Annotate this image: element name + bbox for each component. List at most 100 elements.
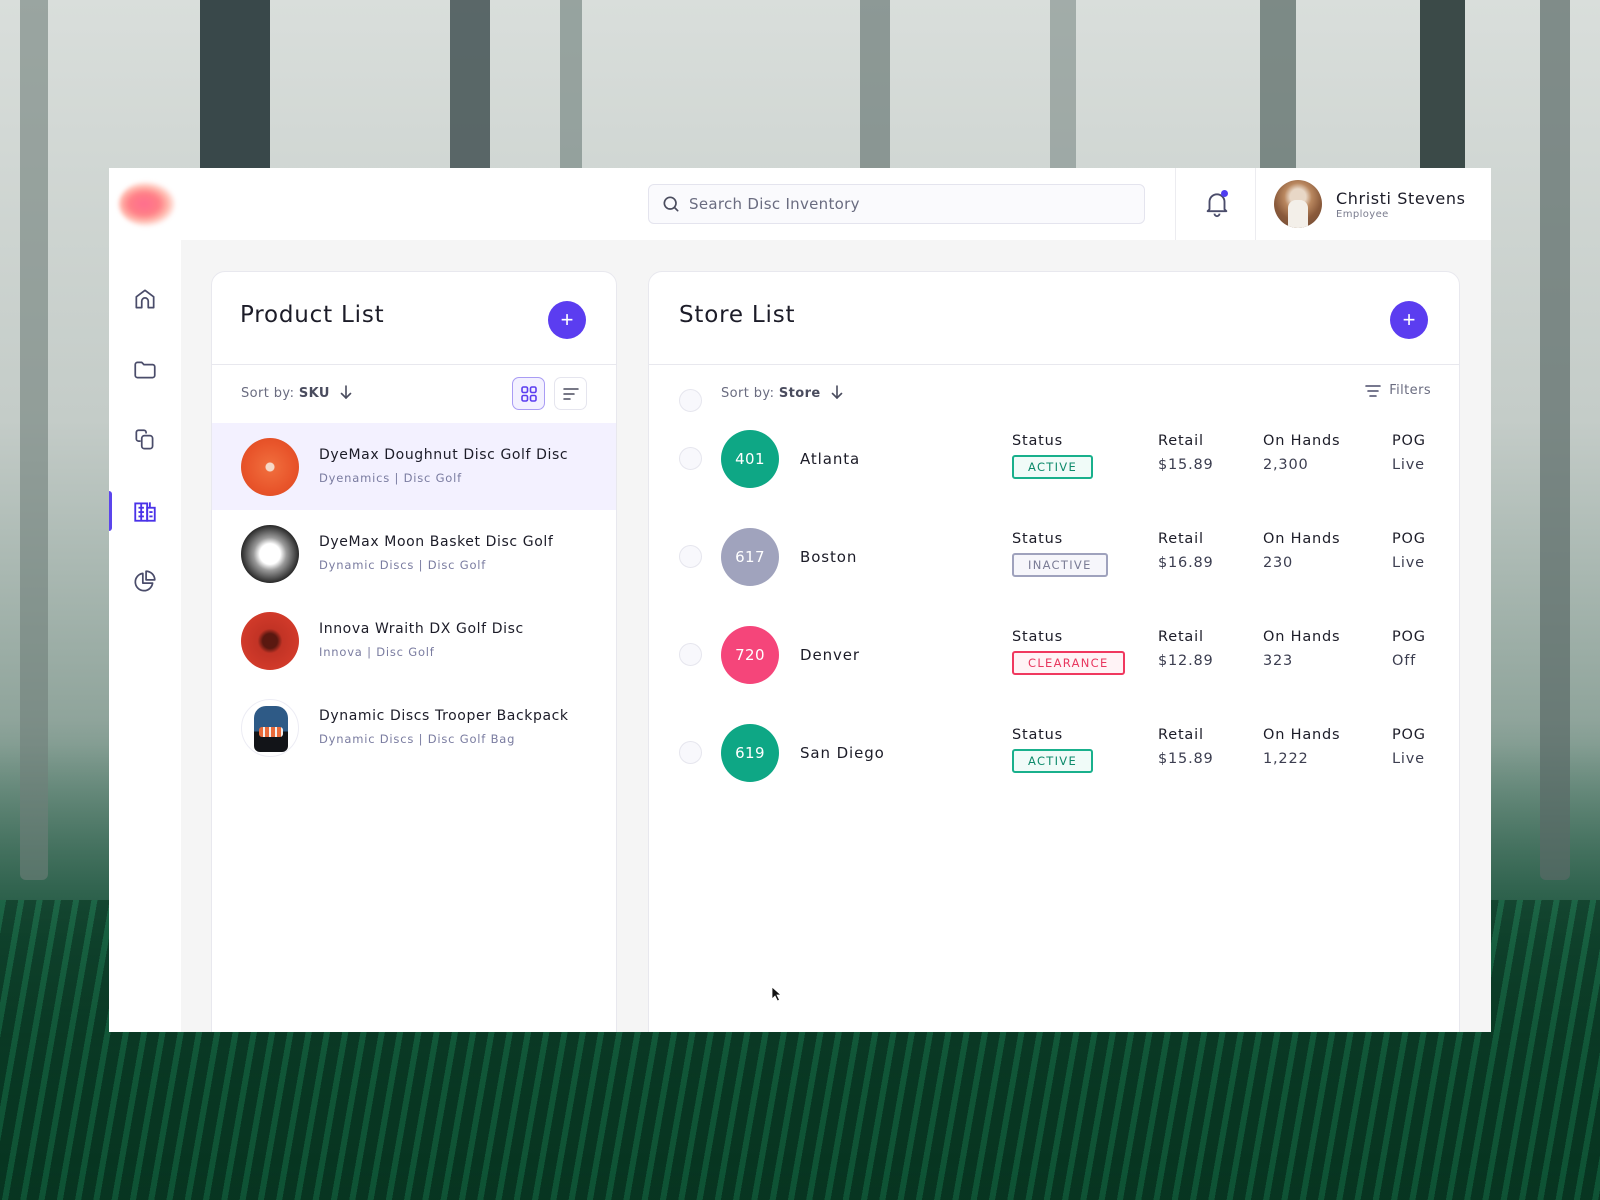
- grid-icon: [520, 385, 537, 402]
- user-role: Employee: [1336, 208, 1389, 220]
- product-sort-control[interactable]: Sort by: SKU: [241, 385, 352, 401]
- arrow-down-icon: [341, 385, 352, 399]
- user-profile[interactable]: Christi Stevens Employee: [1274, 180, 1466, 228]
- pog-column: POG Live: [1392, 433, 1426, 473]
- home-icon: [135, 289, 155, 309]
- add-product-button[interactable]: +: [548, 301, 586, 339]
- pog-column: POG Live: [1392, 727, 1426, 767]
- store-code-badge: 401: [721, 430, 779, 488]
- store-name[interactable]: San Diego: [800, 744, 885, 762]
- store-row[interactable]: 401 Atlanta Status ACTIVE Retail $15.89 …: [649, 423, 1459, 521]
- retail-label: Retail: [1158, 629, 1204, 645]
- product-meta: Dynamic Discs | Disc Golf: [319, 558, 487, 572]
- product-name: DyeMax Moon Basket Disc Golf: [319, 534, 554, 550]
- sidebar-item-home[interactable]: [109, 277, 181, 321]
- on-hands-column: On Hands 230: [1263, 531, 1340, 571]
- sidebar-item-stores[interactable]: [109, 489, 181, 533]
- status-badge: CLEARANCE: [1012, 651, 1125, 675]
- search-input[interactable]: [689, 195, 1109, 213]
- sidebar-item-folders[interactable]: [109, 348, 181, 392]
- status-column: Status CLEARANCE: [1012, 629, 1125, 675]
- product-name: Innova Wraith DX Golf Disc: [319, 621, 524, 637]
- row-checkbox[interactable]: [679, 643, 702, 666]
- status-label: Status: [1012, 727, 1064, 743]
- store-name[interactable]: Denver: [800, 646, 860, 664]
- active-indicator: [109, 491, 112, 531]
- search-box[interactable]: [648, 184, 1145, 224]
- pog-label: POG: [1392, 629, 1426, 645]
- brand-logo[interactable]: [119, 182, 175, 226]
- pog-value: Live: [1392, 457, 1425, 473]
- status-label: Status: [1012, 433, 1064, 449]
- store-row[interactable]: 619 San Diego Status ACTIVE Retail $15.8…: [649, 717, 1459, 815]
- product-thumbnail: [241, 438, 299, 496]
- user-name: Christi Stevens: [1336, 188, 1466, 208]
- on-hands-value: 323: [1263, 653, 1294, 669]
- product-item[interactable]: DyeMax Doughnut Disc Golf Disc Dyenamics…: [212, 423, 616, 510]
- product-item[interactable]: Innova Wraith DX Golf Disc Innova | Disc…: [212, 597, 616, 684]
- status-badge: ACTIVE: [1012, 455, 1094, 479]
- status-badge: INACTIVE: [1012, 553, 1108, 577]
- retail-column: Retail $16.89: [1158, 531, 1214, 571]
- product-thumbnail: [241, 525, 299, 583]
- store-name[interactable]: Atlanta: [800, 450, 860, 468]
- add-store-button[interactable]: +: [1390, 301, 1428, 339]
- pog-value: Live: [1392, 751, 1425, 767]
- on-hands-label: On Hands: [1263, 531, 1341, 547]
- list-view-button[interactable]: [554, 377, 587, 410]
- on-hands-value: 1,222: [1263, 751, 1309, 767]
- status-label: Status: [1012, 629, 1064, 645]
- product-name: Dynamic Discs Trooper Backpack: [319, 708, 569, 724]
- topbar-divider: [1175, 168, 1176, 240]
- product-thumbnail: [241, 699, 299, 757]
- filters-button[interactable]: Filters: [1365, 383, 1431, 398]
- product-item[interactable]: Dynamic Discs Trooper Backpack Dynamic D…: [212, 684, 616, 771]
- sidebar-item-copies[interactable]: [109, 418, 181, 462]
- notifications-button[interactable]: [1202, 188, 1232, 218]
- sort-prefix: Sort by:: [721, 386, 775, 401]
- store-list-panel: Store List + Sort by: Store Filters 401 …: [648, 271, 1460, 1032]
- store-row[interactable]: 617 Boston Status INACTIVE Retail $16.89…: [649, 521, 1459, 619]
- retail-column: Retail $15.89: [1158, 727, 1214, 767]
- store-code: 617: [735, 548, 765, 566]
- store-code-badge: 617: [721, 528, 779, 586]
- mouse-cursor-icon: [771, 986, 783, 1002]
- store-row[interactable]: 720 Denver Status CLEARANCE Retail $12.8…: [649, 619, 1459, 717]
- product-item[interactable]: DyeMax Moon Basket Disc Golf Dynamic Dis…: [212, 510, 616, 597]
- app-window: Christi Stevens Employee Product List +: [109, 168, 1491, 1032]
- search-icon: [663, 196, 679, 212]
- arrow-down-icon: [831, 385, 843, 399]
- on-hands-label: On Hands: [1263, 433, 1341, 449]
- product-name: DyeMax Doughnut Disc Golf Disc: [319, 447, 569, 463]
- retail-column: Retail $12.89: [1158, 629, 1214, 669]
- pog-label: POG: [1392, 531, 1426, 547]
- row-checkbox[interactable]: [679, 741, 702, 764]
- product-meta: Innova | Disc Golf: [319, 645, 435, 659]
- select-all-checkbox[interactable]: [679, 389, 702, 412]
- sort-field: SKU: [298, 386, 330, 401]
- avatar: [1274, 180, 1322, 228]
- product-thumbnail: [241, 612, 299, 670]
- on-hands-label: On Hands: [1263, 727, 1341, 743]
- pog-column: POG Live: [1392, 531, 1426, 571]
- store-name[interactable]: Boston: [800, 548, 857, 566]
- sort-lines-icon: [562, 387, 579, 400]
- grid-view-button[interactable]: [512, 377, 545, 410]
- on-hands-value: 2,300: [1263, 457, 1309, 473]
- building-icon: [134, 502, 156, 522]
- retail-value: $12.89: [1158, 653, 1214, 669]
- store-code-badge: 720: [721, 626, 779, 684]
- pog-label: POG: [1392, 433, 1426, 449]
- on-hands-label: On Hands: [1263, 629, 1341, 645]
- on-hands-column: On Hands 1,222: [1263, 727, 1340, 767]
- filters-label: Filters: [1389, 383, 1431, 398]
- copy-icon: [135, 429, 154, 450]
- row-checkbox[interactable]: [679, 545, 702, 568]
- product-list-title: Product List: [240, 302, 385, 328]
- retail-value: $15.89: [1158, 457, 1214, 473]
- row-checkbox[interactable]: [679, 447, 702, 470]
- store-list-title: Store List: [679, 302, 796, 328]
- product-list-panel: Product List + Sort by: SKU DyeMax Dough…: [211, 271, 617, 1032]
- sidebar-item-reports[interactable]: [109, 559, 181, 603]
- store-sort-control[interactable]: Sort by: Store: [721, 385, 843, 401]
